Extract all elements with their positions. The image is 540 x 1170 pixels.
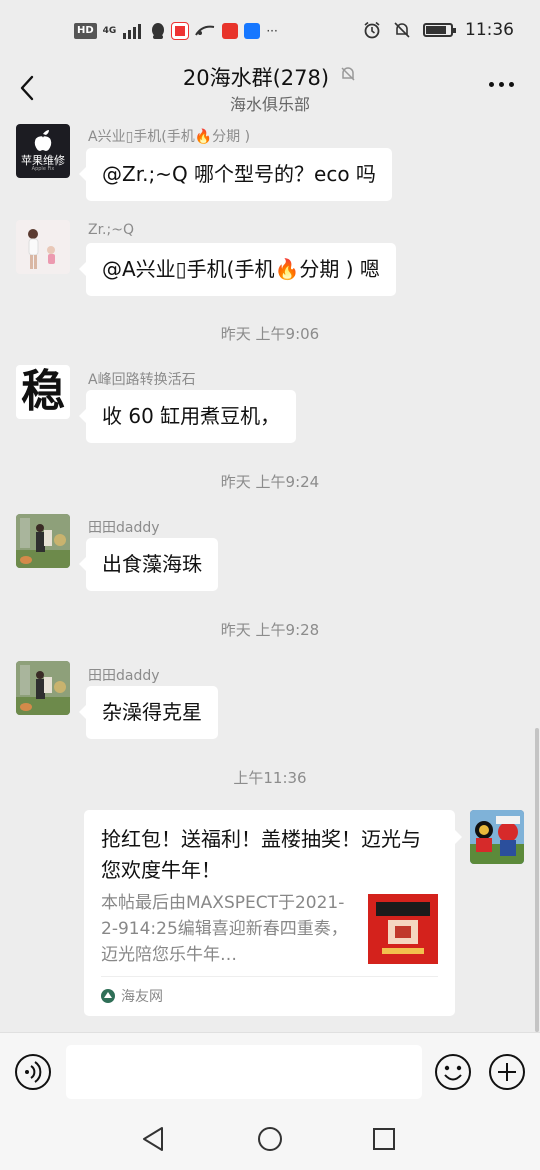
card-divider <box>101 976 438 977</box>
avatar[interactable]: 稳 <box>16 365 70 419</box>
group-name: 20海水群(278) <box>182 66 330 90</box>
nav-home-icon[interactable] <box>256 1124 284 1154</box>
chat-subtitle: 海水俱乐部 <box>229 95 310 114</box>
sender-name: A兴业▯手机(手机🔥分期 ) <box>88 129 251 145</box>
scrollbar[interactable] <box>535 728 539 1032</box>
timestamp: 昨天 上午9:28 <box>220 621 320 639</box>
qq-icon <box>152 23 165 39</box>
timestamp: 上午11:36 <box>233 769 307 787</box>
status-right: 11:36 <box>363 20 514 40</box>
garden-photo-icon <box>16 661 70 715</box>
hd-indicator: HD <box>74 23 97 39</box>
muted-bell-icon <box>339 64 357 88</box>
input-bar <box>0 1032 540 1110</box>
message-bubble[interactable]: 收 60 缸用煮豆机， <box>78 390 297 443</box>
sender-name: Zr.;~Q <box>88 222 134 238</box>
card-title: 抢红包！送福利！盖楼抽奖！迈光与您欢度牛年！ <box>101 827 421 882</box>
shared-link-card[interactable]: 抢红包！送福利！盖楼抽奖！迈光与您欢度牛年！ 本帖最后由MAXSPECT于202… <box>84 810 462 1016</box>
avatar-character: 稳 <box>21 366 65 417</box>
my-avatar[interactable] <box>470 810 524 864</box>
nav-back-icon[interactable] <box>140 1124 168 1154</box>
mute-bell-icon <box>394 22 410 38</box>
card-thumbnail <box>368 894 438 964</box>
source-logo-icon <box>101 989 115 1003</box>
avatar[interactable] <box>16 220 70 274</box>
avatar-subtext: Apple Fix <box>31 166 55 172</box>
timestamp: 昨天 上午9:06 <box>220 325 320 343</box>
sender-name: A峰回路转换活石 <box>88 372 196 388</box>
message-bubble[interactable]: @A兴业▯手机(手机🔥分期 ) 嗯 <box>79 243 396 296</box>
network-indicator: 4G <box>102 26 117 36</box>
card-source: 海友网 <box>101 986 163 1006</box>
system-navigation <box>0 1110 540 1170</box>
message-list[interactable]: 苹果维修 Apple Fix A兴业▯手机(手机🔥分期 ) @Zr.;~Q 哪个… <box>0 120 540 1032</box>
avatar[interactable]: 苹果维修 Apple Fix <box>16 124 70 178</box>
add-attachment-icon[interactable] <box>488 1053 526 1091</box>
sender-name: 田田daddy <box>88 668 160 684</box>
alipay-icon <box>244 23 261 39</box>
app-logo-icon <box>195 25 215 36</box>
message-bubble[interactable]: 杂澡得克星 <box>79 686 218 739</box>
more-notifications: ··· <box>266 24 278 38</box>
taobao-icon <box>222 23 239 39</box>
clock: 11:36 <box>465 20 514 40</box>
chat-header: 20海水群(278) 海水俱乐部 <box>0 62 540 120</box>
message-input[interactable] <box>66 1045 422 1099</box>
alarm-icon <box>364 21 380 39</box>
more-options-icon[interactable] <box>489 82 514 87</box>
signal-icon <box>123 24 142 39</box>
app-notify-icon <box>171 22 190 40</box>
chat-title: 20海水群(278) <box>0 62 540 92</box>
avatar[interactable] <box>16 661 70 715</box>
garden-photo-icon <box>16 514 70 568</box>
emoji-icon[interactable] <box>434 1053 472 1091</box>
card-description: 本帖最后由MAXSPECT于2021-2-914:25编辑喜迎新春四重奏，迈光陪… <box>101 893 348 965</box>
status-bar: HD 4G ··· 11:36 <box>0 0 540 62</box>
source-name: 海友网 <box>121 989 163 1005</box>
message-bubble[interactable]: 出食藻海珠 <box>79 538 218 591</box>
voice-input-icon[interactable] <box>14 1053 52 1091</box>
nav-recent-apps-icon[interactable] <box>370 1124 398 1154</box>
status-left: HD 4G ··· <box>74 22 278 40</box>
timestamp: 昨天 上午9:24 <box>220 473 320 491</box>
cartoon-avatar-icon <box>470 810 524 864</box>
avatar[interactable] <box>16 514 70 568</box>
battery-icon <box>423 23 456 37</box>
sender-name: 田田daddy <box>88 520 160 536</box>
message-bubble[interactable]: @Zr.;~Q 哪个型号的？eco 吗 <box>79 148 392 201</box>
person-photo-icon <box>16 220 70 274</box>
